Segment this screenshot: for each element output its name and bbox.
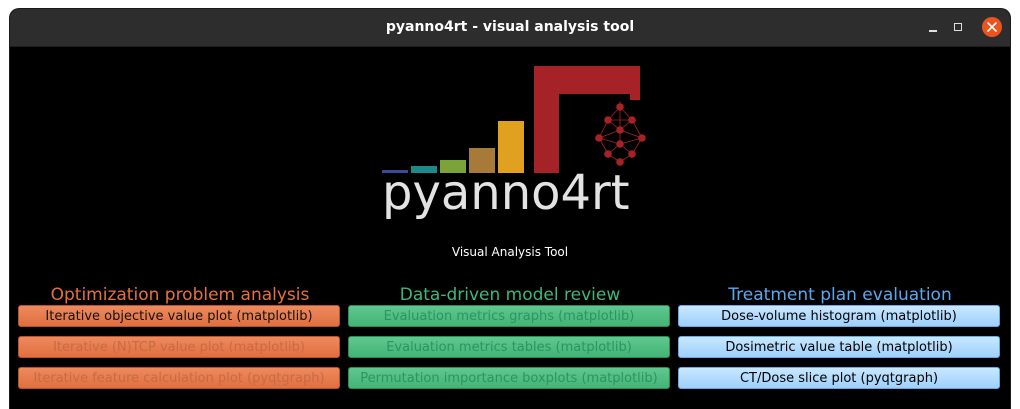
app-window: pyanno4rt - visual analysis tool pyanno4… <box>10 9 1010 409</box>
ct-dose-slice-plot-button[interactable]: CT/Dose slice plot (pyqtgraph) <box>678 367 1000 389</box>
logo-beam <box>534 66 640 173</box>
title-bar[interactable]: pyanno4rt - visual analysis tool <box>10 9 1010 47</box>
iterative-objective-plot-button[interactable]: Iterative objective value plot (matplotl… <box>18 305 340 327</box>
main-content: pyanno4rt Visual Analysis Tool Optimizat… <box>10 47 1010 409</box>
pyanno4rt-logo <box>382 66 646 173</box>
permutation-importance-button[interactable]: Permutation importance boxplots (matplot… <box>348 367 670 389</box>
window-title: pyanno4rt - visual analysis tool <box>385 19 635 35</box>
iterative-feature-plot-button[interactable]: Iterative feature calculation plot (pyqt… <box>18 367 340 389</box>
iterative-ntcp-plot-button[interactable]: Iterative (N)TCP value plot (matplotlib) <box>18 336 340 358</box>
minimize-button[interactable] <box>923 17 943 37</box>
evaluation-metrics-graphs-button[interactable]: Evaluation metrics graphs (matplotlib) <box>348 305 670 327</box>
close-icon <box>987 22 997 32</box>
maximize-icon <box>954 23 962 31</box>
dose-volume-histogram-button[interactable]: Dose-volume histogram (matplotlib) <box>678 305 1000 327</box>
dosimetric-value-table-button[interactable]: Dosimetric value table (matplotlib) <box>678 336 1000 358</box>
heading-optimization-analysis: Optimization problem analysis <box>50 285 310 305</box>
minimize-icon <box>929 30 937 32</box>
maximize-button[interactable] <box>948 17 968 37</box>
heading-model-review: Data-driven model review <box>399 285 621 305</box>
neural-network-icon <box>595 101 646 166</box>
app-subtitle: Visual Analysis Tool <box>451 245 569 259</box>
evaluation-metrics-tables-button[interactable]: Evaluation metrics tables (matplotlib) <box>348 336 670 358</box>
heading-plan-evaluation: Treatment plan evaluation <box>728 285 952 305</box>
close-button[interactable] <box>982 17 1002 37</box>
logo-text: pyanno4rt <box>382 165 630 221</box>
